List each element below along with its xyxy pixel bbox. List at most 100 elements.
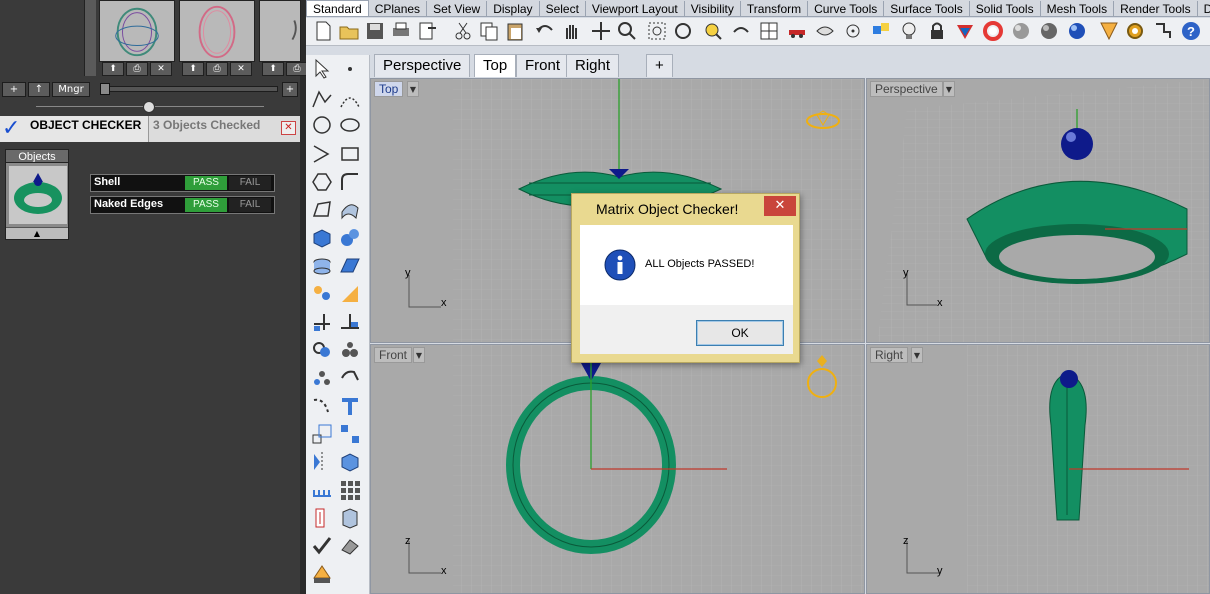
cut-icon[interactable] <box>452 20 474 42</box>
loft-icon[interactable] <box>338 198 362 222</box>
zoom-selected-icon[interactable] <box>702 20 724 42</box>
boolean-icon[interactable] <box>338 282 362 306</box>
render-icon[interactable] <box>310 562 334 586</box>
eraser-icon[interactable] <box>338 534 362 558</box>
toolbar-tab-d[interactable]: D <box>1198 1 1210 16</box>
circle-icon[interactable] <box>310 113 334 137</box>
point-icon[interactable] <box>842 20 864 42</box>
light-bulb-icon[interactable] <box>898 20 920 42</box>
mesh-plane-icon[interactable] <box>338 254 362 278</box>
copy-icon[interactable] <box>478 20 500 42</box>
toolbar-tab-cplanes[interactable]: CPlanes <box>369 1 428 16</box>
properties-icon[interactable] <box>954 20 976 42</box>
model-thumbnail-3[interactable] <box>259 0 301 62</box>
print-button[interactable]: ⎙ <box>206 62 228 76</box>
hide-icon[interactable] <box>814 20 836 42</box>
chevron-down-icon[interactable]: ▼ <box>413 347 425 363</box>
expand-arrow-icon[interactable]: ▲ <box>6 227 68 239</box>
add-viewport-tab-icon[interactable]: + <box>646 54 673 77</box>
toolbar-tab-set-view[interactable]: Set View <box>427 1 488 16</box>
brush-icon[interactable] <box>1098 20 1120 42</box>
viewport-tab-perspective[interactable]: Perspective <box>374 54 471 77</box>
chevron-down-icon[interactable]: ▼ <box>911 347 923 363</box>
right-viewport[interactable]: Right ▼ z y <box>866 344 1210 594</box>
add-right-button[interactable]: + <box>282 82 298 97</box>
new-file-icon[interactable] <box>312 20 334 42</box>
surface-icon[interactable] <box>310 198 334 222</box>
pan-hand-icon[interactable] <box>560 20 582 42</box>
perspective-viewport[interactable]: Perspective ▼ y x <box>866 78 1210 343</box>
undo-view-icon[interactable] <box>730 20 752 42</box>
toolbar-tab-surface-tools[interactable]: Surface Tools <box>884 1 970 16</box>
rotate-icon[interactable] <box>338 366 362 390</box>
viewport-tab-right[interactable]: Right <box>566 54 620 77</box>
right-viewport-label[interactable]: Right <box>870 347 909 363</box>
close-icon[interactable]: ✕ <box>764 196 796 216</box>
undo-icon[interactable] <box>534 20 556 42</box>
thumbnail-scrollbar[interactable] <box>84 0 96 76</box>
panel-icon[interactable] <box>338 506 362 530</box>
material-sphere-icon[interactable] <box>1038 20 1060 42</box>
extrude-icon[interactable] <box>338 450 362 474</box>
remove-button[interactable]: ✕ <box>150 62 172 76</box>
mirror-icon[interactable] <box>310 450 334 474</box>
toolbar-tab-viewport-layout[interactable]: Viewport Layout <box>586 1 685 16</box>
paste-icon[interactable] <box>504 20 526 42</box>
cylinder-icon[interactable] <box>310 254 334 278</box>
front-viewport[interactable]: Front ▼ z x <box>370 344 865 594</box>
settings-gear-icon[interactable] <box>1124 20 1146 42</box>
viewport-tab-top[interactable]: Top <box>474 54 517 77</box>
toolbar-tab-transform[interactable]: Transform <box>741 1 809 16</box>
splitter-handle[interactable] <box>143 101 155 113</box>
arc-icon[interactable] <box>310 142 334 166</box>
import-icon[interactable] <box>416 20 438 42</box>
help-icon[interactable]: ? <box>1180 20 1202 42</box>
zoom-icon[interactable] <box>616 20 638 42</box>
model-thumbnail-1[interactable] <box>99 0 175 62</box>
ring-thumbnail[interactable] <box>9 166 67 224</box>
ungroup-icon[interactable] <box>338 338 362 362</box>
scale-icon[interactable] <box>310 422 334 446</box>
grid-array-icon[interactable] <box>338 478 362 502</box>
check-icon[interactable] <box>310 534 334 558</box>
print-button[interactable]: ⎙ <box>286 62 308 76</box>
add-button[interactable]: + <box>2 82 26 97</box>
trim-icon[interactable] <box>310 310 334 334</box>
array-icon[interactable] <box>310 366 334 390</box>
polyline-icon[interactable] <box>310 87 334 111</box>
print-button[interactable]: ⎙ <box>126 62 148 76</box>
rectangle-icon[interactable] <box>338 142 362 166</box>
explode-icon[interactable] <box>310 282 334 306</box>
text-icon[interactable] <box>338 394 362 418</box>
zoom-slider-track[interactable] <box>100 86 278 92</box>
model-thumbnail-2[interactable] <box>179 0 255 62</box>
objects-tab[interactable]: Objects <box>5 149 69 163</box>
align-icon[interactable] <box>338 422 362 446</box>
box-icon[interactable] <box>310 226 334 250</box>
up-button[interactable]: ↑ <box>28 82 50 97</box>
car-icon[interactable] <box>786 20 808 42</box>
chevron-down-icon[interactable]: ▼ <box>407 81 419 97</box>
zoom-window-icon[interactable] <box>646 20 668 42</box>
snap-icon[interactable] <box>1152 20 1174 42</box>
flow-icon[interactable] <box>310 394 334 418</box>
ok-button[interactable]: OK <box>696 320 784 346</box>
remove-button[interactable]: ✕ <box>230 62 252 76</box>
save-icon[interactable] <box>364 20 386 42</box>
lock-icon[interactable] <box>926 20 948 42</box>
viewport-tab-front[interactable]: Front <box>516 54 570 77</box>
fillet-icon[interactable] <box>338 170 362 194</box>
polygon-icon[interactable] <box>310 170 334 194</box>
manager-button[interactable]: Mngr <box>52 82 90 97</box>
toolbar-tab-mesh-tools[interactable]: Mesh Tools <box>1041 1 1115 16</box>
toolbar-tab-select[interactable]: Select <box>540 1 586 16</box>
point-tool-icon[interactable] <box>338 57 362 81</box>
open-folder-icon[interactable] <box>338 20 360 42</box>
rotate-view-icon[interactable] <box>590 20 612 42</box>
toolbar-tab-display[interactable]: Display <box>487 1 540 16</box>
color-wheel-icon[interactable] <box>982 20 1004 42</box>
print-icon[interactable] <box>390 20 412 42</box>
toolbar-tab-render-tools[interactable]: Render Tools <box>1114 1 1198 16</box>
panel-splitter[interactable] <box>36 101 264 113</box>
toolbar-tab-solid-tools[interactable]: Solid Tools <box>970 1 1041 16</box>
